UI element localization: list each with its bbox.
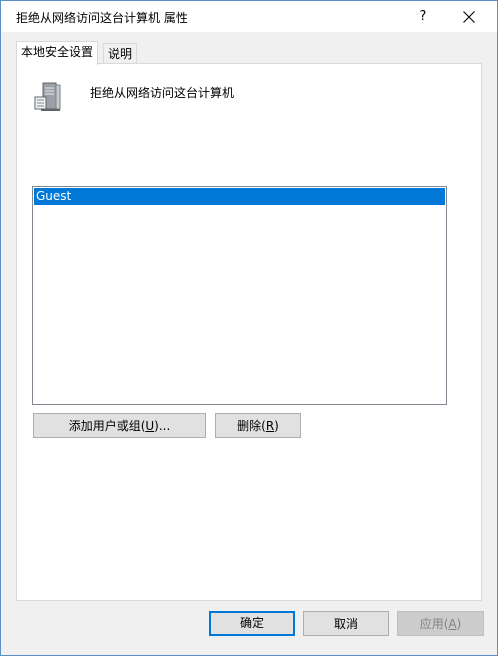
apply-button[interactable]: 应用(A): [397, 611, 484, 636]
remove-button-label: 删除(: [237, 419, 266, 433]
help-button[interactable]: ?: [405, 1, 441, 32]
list-item-guest[interactable]: Guest: [34, 188, 445, 205]
add-button-label: 添加用户或组(: [68, 419, 146, 433]
add-button-label-end: )...: [154, 419, 171, 433]
close-button[interactable]: [451, 1, 487, 32]
accounts-listbox[interactable]: Guest: [32, 186, 447, 405]
ok-button[interactable]: 确定: [209, 611, 295, 636]
properties-dialog: 拒绝从网络访问这台计算机 属性 ? 本地安全设置 说明 拒绝从网络访问这台计算机…: [0, 0, 498, 656]
title-bar[interactable]: 拒绝从网络访问这台计算机 属性 ?: [1, 1, 497, 32]
policy-title: 拒绝从网络访问这台计算机: [90, 86, 235, 100]
remove-button[interactable]: 删除(R): [215, 413, 301, 438]
close-icon: [463, 11, 475, 23]
tab-local-security-setting[interactable]: 本地安全设置: [16, 41, 99, 65]
apply-button-label-end: ): [456, 617, 462, 631]
add-user-or-group-button[interactable]: 添加用户或组(U)...: [33, 413, 206, 438]
remove-button-label-end: ): [274, 419, 279, 433]
remove-button-accel: R: [265, 419, 275, 433]
local-security-setting-panel: 拒绝从网络访问这台计算机 Guest 添加用户或组(U)... 删除(R): [16, 63, 482, 601]
cancel-button[interactable]: 取消: [303, 611, 389, 636]
server-icon: [34, 82, 61, 111]
apply-button-accel: A: [448, 617, 457, 631]
tab-explain[interactable]: 说明: [103, 43, 138, 65]
window-title: 拒绝从网络访问这台计算机 属性: [16, 11, 188, 25]
add-button-accel: U: [145, 419, 155, 433]
apply-button-label: 应用(: [419, 617, 449, 631]
